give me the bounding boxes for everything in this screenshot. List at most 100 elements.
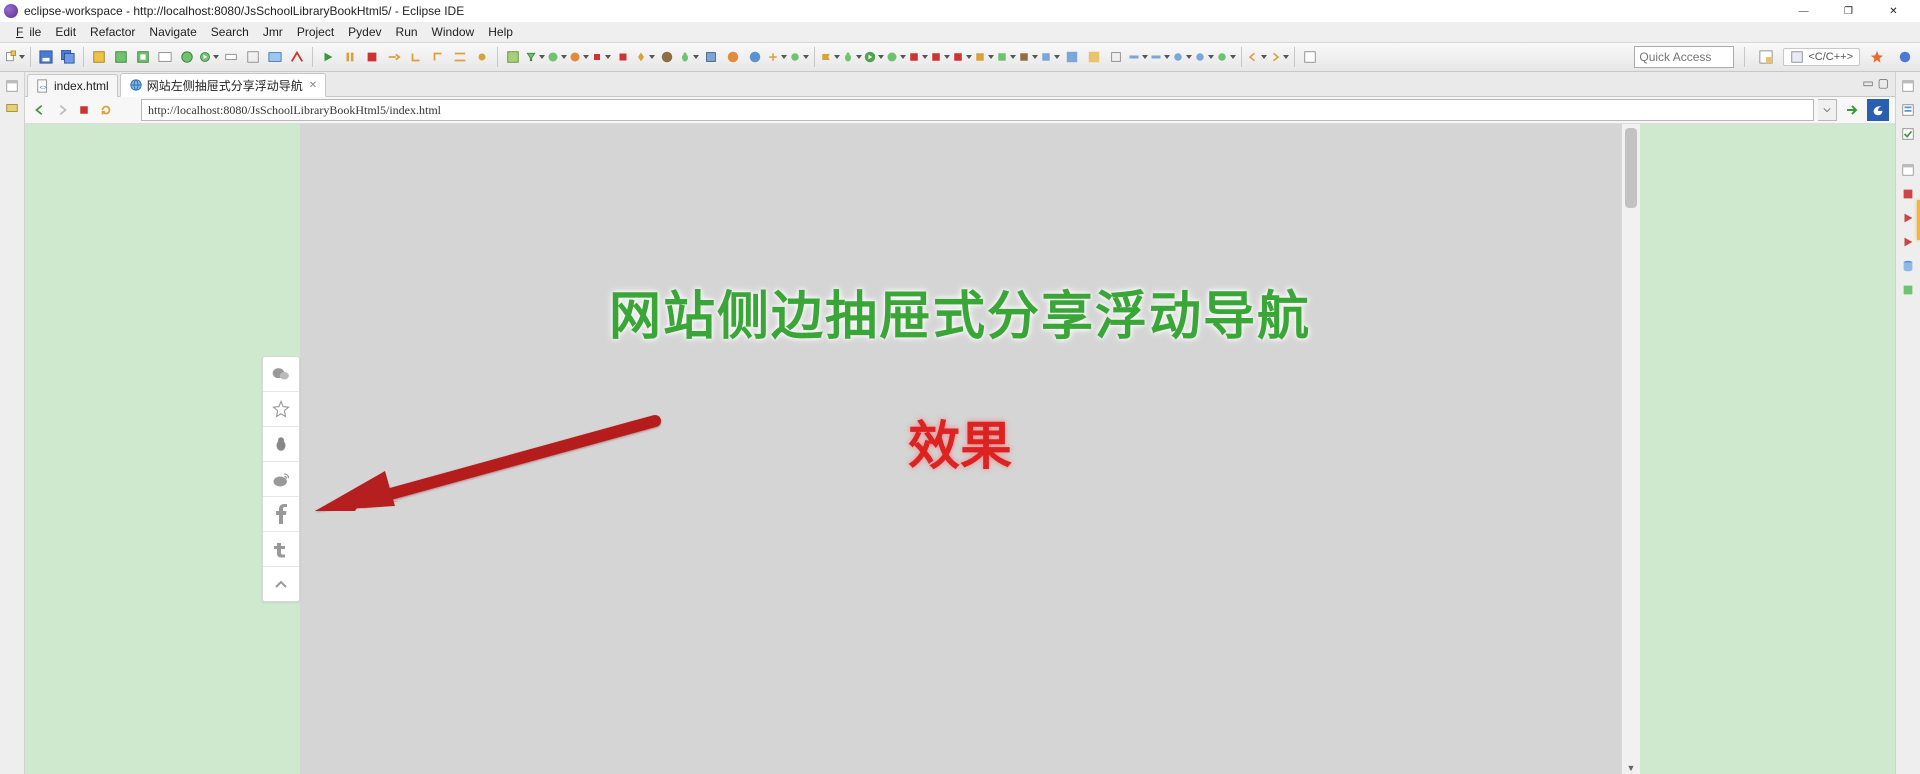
- browser-ie-icon[interactable]: [1867, 99, 1889, 121]
- perspective-switch[interactable]: <C/C++>: [1783, 48, 1860, 66]
- toolbar-play-1[interactable]: [318, 47, 338, 67]
- toolbar-btn-30[interactable]: [996, 47, 1016, 67]
- red-play-icon-1[interactable]: [1900, 210, 1916, 226]
- toolbar-btn-27[interactable]: [930, 47, 950, 67]
- toolbar-btn-25[interactable]: [886, 47, 906, 67]
- toolbar-stop[interactable]: [362, 47, 382, 67]
- toolbar-btn-31[interactable]: [1018, 47, 1038, 67]
- toolbar-forward[interactable]: [1269, 47, 1289, 67]
- tab-index-html[interactable]: <> index.html: [27, 74, 118, 97]
- new-button[interactable]: [5, 47, 25, 67]
- green-square-icon[interactable]: [1900, 282, 1916, 298]
- toolbar-btn-24[interactable]: [820, 47, 840, 67]
- toolbar-btn-41[interactable]: [1300, 47, 1320, 67]
- menu-help[interactable]: Help: [482, 24, 519, 40]
- toolbar-run[interactable]: [864, 47, 884, 67]
- browser-refresh-button[interactable]: [97, 101, 115, 119]
- tab-close-icon[interactable]: ✕: [309, 80, 317, 91]
- task-view-icon[interactable]: [1900, 126, 1916, 142]
- menu-edit[interactable]: Edit: [49, 24, 82, 40]
- vertical-scrollbar[interactable]: ▲ ▼: [1621, 124, 1640, 774]
- variables-view-icon[interactable]: [4, 100, 20, 116]
- menu-project[interactable]: Project: [291, 24, 340, 40]
- share-facebook-button[interactable]: [263, 497, 299, 532]
- menu-window[interactable]: Window: [426, 24, 481, 40]
- toolbar-btn-36[interactable]: [1128, 47, 1148, 67]
- menu-jmr[interactable]: Jmr: [257, 24, 289, 40]
- menu-file[interactable]: File: [4, 24, 47, 40]
- maximize-button[interactable]: ❐: [1826, 0, 1871, 22]
- toolbar-back[interactable]: [1247, 47, 1267, 67]
- toolbar-btn-35[interactable]: [1106, 47, 1126, 67]
- perspective-btn-1[interactable]: [1867, 47, 1887, 67]
- toolbar-btn-34[interactable]: [1084, 47, 1104, 67]
- browser-stop-button[interactable]: [75, 101, 93, 119]
- toolbar-btn-40[interactable]: [1216, 47, 1236, 67]
- toolbar-btn-21[interactable]: [745, 47, 765, 67]
- database-icon[interactable]: [1900, 258, 1916, 274]
- toolbar-btn-14[interactable]: [569, 47, 589, 67]
- breakpoints-restore-icon[interactable]: [1900, 162, 1916, 178]
- toolbar-btn-7[interactable]: [221, 47, 241, 67]
- menu-run[interactable]: Run: [390, 24, 424, 40]
- menu-search[interactable]: Search: [205, 24, 255, 40]
- toolbar-btn-2[interactable]: [111, 47, 131, 67]
- toolbar-btn-10[interactable]: [287, 47, 307, 67]
- share-weibo-button[interactable]: [263, 462, 299, 497]
- tab-browser-page[interactable]: 网站左侧抽屉式分享浮动导航 ✕: [120, 73, 326, 97]
- toolbar-btn-1[interactable]: [89, 47, 109, 67]
- browser-forward-button[interactable]: [53, 101, 71, 119]
- toolbar-pause[interactable]: [340, 47, 360, 67]
- toolbar-btn-33[interactable]: [1062, 47, 1082, 67]
- share-collapse-button[interactable]: [263, 567, 299, 601]
- minimize-button[interactable]: —: [1781, 0, 1826, 22]
- toolbar-bug-1[interactable]: [679, 47, 699, 67]
- quick-access-input[interactable]: [1634, 46, 1734, 68]
- toolbar-btn-17[interactable]: [635, 47, 655, 67]
- toolbar-btn-22[interactable]: [767, 47, 787, 67]
- toolbar-step-1[interactable]: [384, 47, 404, 67]
- browser-go-button[interactable]: [1841, 99, 1863, 121]
- close-window-button[interactable]: ✕: [1871, 0, 1916, 22]
- toolbar-btn-37[interactable]: [1150, 47, 1170, 67]
- outline-view-icon[interactable]: [1900, 102, 1916, 118]
- toolbar-btn-26[interactable]: [908, 47, 928, 67]
- toolbar-step-5[interactable]: [472, 47, 492, 67]
- minimize-view-icon[interactable]: ▭: [1862, 76, 1873, 90]
- toolbar-btn-5[interactable]: [177, 47, 197, 67]
- share-twitter-button[interactable]: [263, 532, 299, 567]
- toolbar-btn-23[interactable]: [789, 47, 809, 67]
- browser-back-button[interactable]: [31, 101, 49, 119]
- toolbar-step-3[interactable]: [428, 47, 448, 67]
- toolbar-btn-15[interactable]: [591, 47, 611, 67]
- red-play-icon-2[interactable]: [1900, 234, 1916, 250]
- perspective-btn-2[interactable]: [1895, 47, 1915, 67]
- toolbar-btn-3[interactable]: [133, 47, 153, 67]
- open-perspective-button[interactable]: [1756, 47, 1776, 67]
- toolbar-btn-9[interactable]: [265, 47, 285, 67]
- toolbar-btn-38[interactable]: [1172, 47, 1192, 67]
- toolbar-bug-2[interactable]: [842, 47, 862, 67]
- toolbar-btn-13[interactable]: [547, 47, 567, 67]
- restore-view-icon-right[interactable]: [1900, 78, 1916, 94]
- save-all-button[interactable]: [58, 47, 78, 67]
- share-favorite-button[interactable]: [263, 392, 299, 427]
- menu-refactor[interactable]: Refactor: [84, 24, 141, 40]
- toolbar-btn-6[interactable]: [199, 47, 219, 67]
- restore-view-icon[interactable]: [4, 78, 20, 94]
- toolbar-btn-29[interactable]: [974, 47, 994, 67]
- toolbar-btn-4[interactable]: [155, 47, 175, 67]
- toolbar-step-2[interactable]: [406, 47, 426, 67]
- toolbar-btn-12[interactable]: [525, 47, 545, 67]
- scroll-thumb[interactable]: [1625, 128, 1637, 208]
- toolbar-btn-20[interactable]: [723, 47, 743, 67]
- toolbar-btn-11[interactable]: [503, 47, 523, 67]
- toolbar-btn-8[interactable]: [243, 47, 263, 67]
- url-input[interactable]: http://localhost:8080/JsSchoolLibraryBoo…: [141, 99, 1814, 121]
- scroll-down-icon[interactable]: ▼: [1622, 760, 1640, 774]
- red-square-icon[interactable]: [1900, 186, 1916, 202]
- save-button[interactable]: [36, 47, 56, 67]
- maximize-view-icon[interactable]: ▢: [1878, 76, 1889, 90]
- toolbar-btn-39[interactable]: [1194, 47, 1214, 67]
- share-wechat-button[interactable]: [263, 357, 299, 392]
